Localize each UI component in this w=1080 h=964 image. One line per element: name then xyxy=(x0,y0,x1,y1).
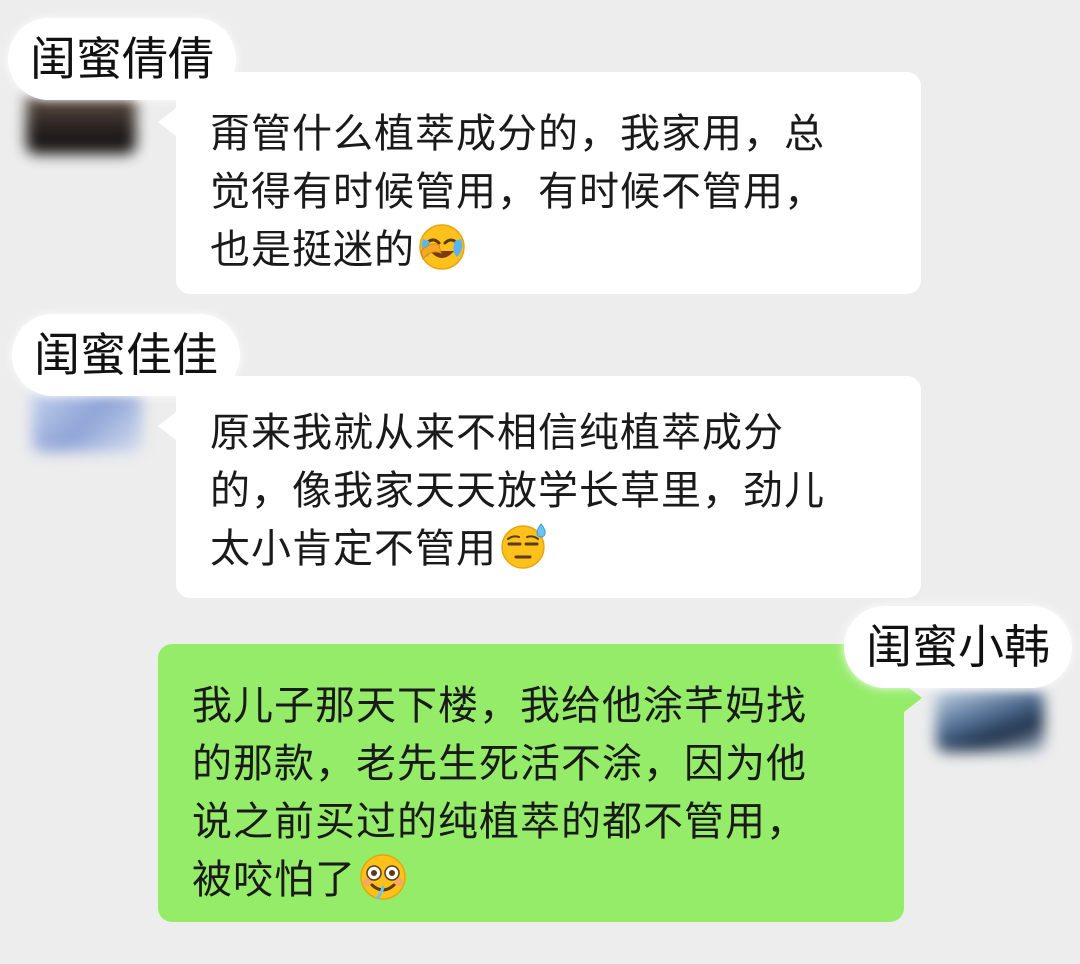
message-line-with-emoji: 也是挺迷的 xyxy=(210,221,921,279)
message-line: 也是挺迷的 xyxy=(210,227,415,273)
downcast-face-with-sweat-icon xyxy=(499,520,549,570)
message-line: 太小肯定不管用 xyxy=(210,526,497,572)
avatar[interactable] xyxy=(26,92,136,154)
message-bubble[interactable]: 我儿子那天下楼，我给他涂芊妈找 的那款，老先生死活不涂，因为他 说之前买过的纯植… xyxy=(158,644,922,922)
sender-name-label: 闺蜜倩倩 xyxy=(8,18,236,100)
avatar[interactable] xyxy=(936,690,1044,752)
face-with-tears-of-joy-icon xyxy=(417,221,467,271)
message-line: 原来我就从来不相信纯植萃成分 xyxy=(210,410,784,456)
message-line: 的那款，老先生死活不涂，因为他 xyxy=(192,741,807,787)
message-line: 我儿子那天下楼，我给他涂芊妈找 xyxy=(192,683,807,729)
message-line: 被咬怕了 xyxy=(192,857,356,903)
message-line: 甭管什么植萃成分的，我家用，总 xyxy=(210,111,825,157)
message-line: 说之前买过的纯植萃的都不管用， xyxy=(192,799,807,845)
woozy-smile-icon xyxy=(358,851,408,901)
bubble-tail xyxy=(158,108,176,136)
bubble-tail xyxy=(904,684,922,712)
message-line: 的，像我家天天放学长草里，劲儿 xyxy=(210,468,825,514)
sender-name-label: 闺蜜小韩 xyxy=(844,606,1072,688)
message-line-with-emoji: 被咬怕了 xyxy=(192,851,904,909)
message-line-with-emoji: 太小肯定不管用 xyxy=(210,520,921,578)
chat-window: 甭管什么植萃成分的，我家用，总 觉得有时候管用，有时候不管用， 也是挺迷的 闺蜜… xyxy=(0,0,1080,964)
bubble-tail xyxy=(158,412,176,440)
message-bubble[interactable]: 甭管什么植萃成分的，我家用，总 觉得有时候管用，有时候不管用， 也是挺迷的 xyxy=(158,72,921,294)
avatar[interactable] xyxy=(32,390,142,452)
message-line: 觉得有时候管用，有时候不管用， xyxy=(210,169,825,215)
message-bubble[interactable]: 原来我就从来不相信纯植萃成分 的，像我家天天放学长草里，劲儿 太小肯定不管用 xyxy=(158,376,921,598)
sender-name-label: 闺蜜佳佳 xyxy=(12,314,240,396)
